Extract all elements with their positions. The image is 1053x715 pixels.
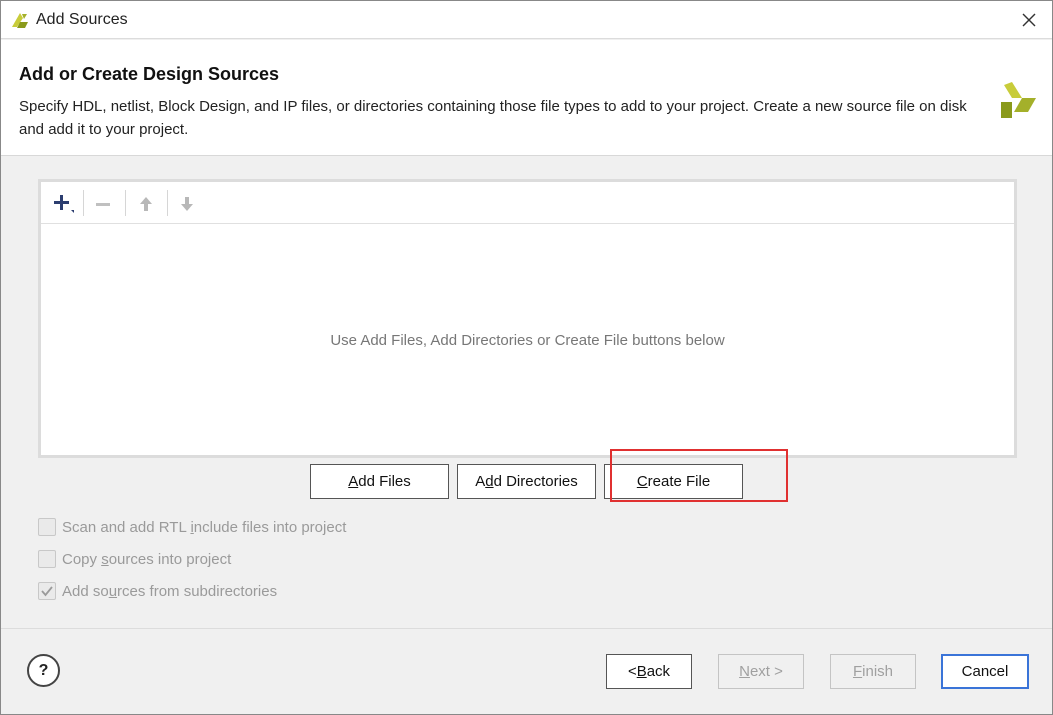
back-button[interactable]: < Back bbox=[606, 654, 692, 689]
back-label-pre: < bbox=[627, 663, 637, 680]
page-title: Add or Create Design Sources bbox=[19, 64, 280, 84]
next-mnemonic: N bbox=[739, 663, 750, 680]
back-label: ack bbox=[646, 663, 671, 680]
cancel-button[interactable]: Cancel bbox=[941, 654, 1029, 689]
add-icon bbox=[54, 195, 74, 213]
footer-divider bbox=[1, 628, 1052, 629]
toolbar-separator bbox=[167, 190, 168, 216]
add-directories-label-pre: A bbox=[475, 473, 486, 490]
add-directories-label: d Directories bbox=[493, 473, 578, 490]
back-mnemonic: B bbox=[636, 663, 647, 680]
move-up-button[interactable] bbox=[130, 190, 162, 218]
add-subdirectories-checkbox[interactable] bbox=[38, 582, 56, 600]
sources-list-panel: Use Add Files, Add Directories or Create… bbox=[38, 179, 1017, 458]
next-label: ext > bbox=[749, 663, 783, 680]
create-file-label: reate File bbox=[647, 473, 711, 490]
remove-button[interactable] bbox=[87, 190, 119, 218]
toolbar-separator bbox=[83, 190, 84, 216]
create-file-button[interactable]: Create File bbox=[604, 464, 743, 499]
cancel-label: Cancel bbox=[961, 663, 1009, 680]
create-file-mnemonic: C bbox=[636, 473, 648, 490]
add-files-button[interactable]: Add Files bbox=[310, 464, 449, 499]
move-down-button[interactable] bbox=[171, 190, 203, 218]
add-sources-dialog: Add Sources Add or Create Design Sources… bbox=[0, 0, 1053, 715]
help-button[interactable]: ? bbox=[27, 654, 60, 687]
page-description: Specify HDL, netlist, Block Design, and … bbox=[19, 98, 967, 138]
copy-sources-checkbox[interactable] bbox=[38, 550, 56, 568]
title-bar: Add Sources bbox=[1, 1, 1052, 39]
finish-label: inish bbox=[862, 663, 894, 680]
add-button[interactable] bbox=[47, 190, 79, 218]
toolbar-separator bbox=[125, 190, 126, 216]
help-icon: ? bbox=[38, 661, 49, 679]
add-files-mnemonic: A bbox=[348, 473, 359, 490]
copy-sources-label: Copy sources into project bbox=[62, 550, 232, 568]
add-files-label: dd Files bbox=[358, 473, 411, 490]
scan-rtl-label: Scan and add RTL include files into proj… bbox=[62, 518, 347, 536]
move-down-icon bbox=[181, 197, 193, 211]
add-subdirectories-option[interactable]: Add sources from subdirectories bbox=[38, 582, 277, 600]
list-toolbar bbox=[41, 182, 1014, 224]
finish-mnemonic: F bbox=[852, 663, 863, 680]
window-title: Add Sources bbox=[36, 11, 128, 28]
checkmark-icon bbox=[41, 586, 53, 597]
page-header: Add or Create Design Sources Specify HDL… bbox=[1, 40, 1052, 156]
add-directories-button[interactable]: Add Directories bbox=[457, 464, 596, 499]
scan-rtl-option[interactable]: Scan and add RTL include files into proj… bbox=[38, 518, 346, 536]
close-button[interactable] bbox=[1014, 5, 1044, 35]
close-icon bbox=[1022, 13, 1036, 27]
add-directories-mnemonic: d bbox=[485, 473, 494, 490]
vivado-logo-icon bbox=[1001, 82, 1036, 118]
remove-icon bbox=[96, 203, 110, 206]
copy-sources-option[interactable]: Copy sources into project bbox=[38, 550, 231, 568]
scan-rtl-checkbox[interactable] bbox=[38, 518, 56, 536]
empty-list-message: Use Add Files, Add Directories or Create… bbox=[330, 332, 725, 349]
next-button[interactable]: Next > bbox=[718, 654, 804, 689]
finish-button[interactable]: Finish bbox=[830, 654, 916, 689]
move-up-icon bbox=[140, 197, 152, 211]
vivado-icon bbox=[12, 13, 28, 28]
add-subdirectories-label: Add sources from subdirectories bbox=[62, 582, 278, 600]
